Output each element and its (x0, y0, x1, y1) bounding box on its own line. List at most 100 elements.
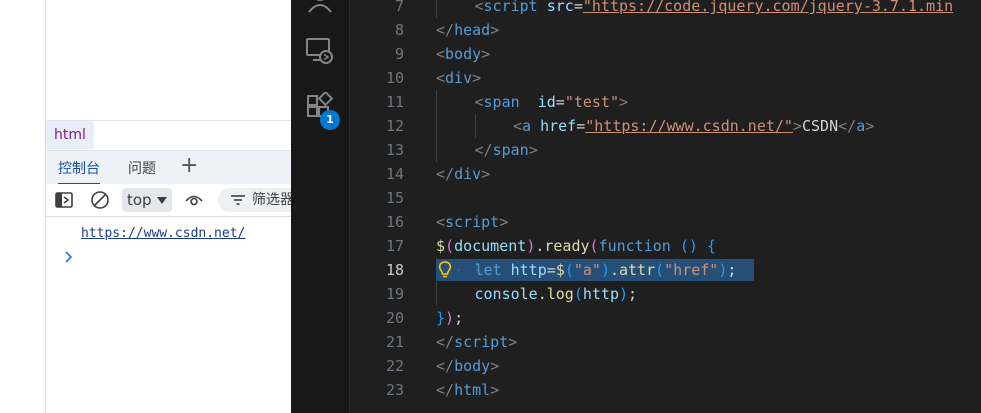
accounts-icon[interactable] (305, 0, 335, 16)
activity-bar: 1 (291, 0, 350, 413)
code-token: = (576, 117, 586, 135)
code-line[interactable]: <script src="https://code.jquery.com/jqu… (475, 0, 954, 18)
tab-console[interactable]: 控制台 (58, 151, 100, 185)
code-token: . (537, 285, 547, 303)
clear-console-icon[interactable] (90, 190, 110, 210)
code-line[interactable]: </html> (436, 378, 499, 402)
console-toolbar: top 筛选器 (46, 184, 291, 217)
code-line[interactable]: <div> (436, 66, 481, 90)
line-number[interactable]: 13 (350, 138, 404, 162)
code-token: { (706, 237, 716, 255)
caret-down-icon (156, 197, 167, 204)
code-token: </ (838, 117, 857, 135)
code-token: > (792, 117, 802, 135)
code-line[interactable]: <span id="test"> (475, 90, 629, 114)
line-number[interactable]: 12 (350, 114, 404, 138)
code-line[interactable]: }); (436, 306, 463, 330)
code-token: = (573, 0, 583, 15)
line-number[interactable]: 21 (350, 330, 404, 354)
tab-console-label: 控制台 (58, 161, 100, 177)
code-token: function (598, 237, 671, 255)
console-filter-input[interactable]: 筛选器 (218, 188, 291, 212)
code-token: console (474, 285, 538, 303)
console-prompt-chevron-icon[interactable] (64, 250, 74, 264)
page-viewport (0, 0, 46, 413)
code-token: > (619, 93, 629, 111)
add-tab-button[interactable]: + (180, 151, 198, 185)
code-token: span (492, 141, 529, 159)
code-token: ) (600, 261, 610, 279)
code-token: () (679, 237, 698, 255)
code-token: > (499, 213, 509, 231)
code-token: document (454, 237, 527, 255)
indent-guide (436, 282, 437, 306)
filter-label: 筛选器 (252, 192, 291, 208)
tab-issues-label: 问题 (128, 161, 156, 177)
lightbulb-icon[interactable] (438, 261, 452, 279)
code-line[interactable]: </div> (436, 162, 490, 186)
code-token: . (609, 261, 619, 279)
code-token: "https://www.csdn.net/" (585, 117, 793, 135)
code-token: </ (474, 141, 493, 159)
show-sidebar-icon[interactable] (54, 190, 74, 210)
code-token: ( (573, 285, 583, 303)
code-token: ( (564, 261, 574, 279)
indent-guide (436, 138, 437, 162)
line-number[interactable]: 8 (350, 18, 404, 42)
code-token: < (474, 0, 484, 15)
indent-guide (436, 90, 437, 114)
line-number[interactable]: 7 (350, 0, 404, 18)
code-token: log (546, 285, 574, 303)
devtools-pane: html 控制台 问题 + top 筛选器 https://www.csdn.n… (0, 0, 291, 413)
line-number[interactable]: 11 (350, 90, 404, 114)
code-token: < (513, 117, 523, 135)
code-line[interactable]: </span> (475, 138, 538, 162)
line-number[interactable]: 14 (350, 162, 404, 186)
line-number[interactable]: 10 (350, 66, 404, 90)
code-editor[interactable]: 7 <script src="https://code.jquery.com/jq… (350, 0, 981, 413)
code-token: ( (445, 237, 455, 255)
code-line[interactable]: $(document).ready(function () { (436, 234, 716, 258)
line-number[interactable]: 15 (350, 186, 404, 210)
code-token: span (483, 93, 520, 111)
code-token: ) (526, 237, 536, 255)
code-token: div (445, 69, 473, 87)
code-line[interactable]: <script> (436, 210, 508, 234)
code-token: } (436, 309, 446, 327)
code-token: = (555, 93, 565, 111)
code-token: < (474, 93, 484, 111)
line-number[interactable]: 18 (350, 258, 404, 282)
code-line[interactable]: let http=$("a").attr("href"); (475, 258, 737, 282)
line-number[interactable]: 23 (350, 378, 404, 402)
code-token: http (510, 261, 547, 279)
code-token: script (454, 333, 509, 351)
line-number[interactable]: 16 (350, 210, 404, 234)
code-token: ) (445, 309, 455, 327)
console-log-message[interactable]: https://www.csdn.net/ (81, 226, 245, 241)
code-line[interactable]: <a href="https://www.csdn.net/">CSDN</a> (513, 114, 874, 138)
tab-issues[interactable]: 问题 (128, 151, 156, 185)
code-line[interactable]: </head> (436, 18, 499, 42)
code-line[interactable]: </body> (436, 354, 499, 378)
line-number[interactable]: 9 (350, 42, 404, 66)
code-token: </ (436, 21, 455, 39)
line-number[interactable]: 17 (350, 234, 404, 258)
code-line[interactable]: console.log(http); (475, 282, 638, 306)
code-token: a (522, 117, 532, 135)
vscode-window: 1 7 <script src="https://code.jquery.com/… (291, 0, 981, 413)
line-number[interactable]: 22 (350, 354, 404, 378)
extensions-update-badge: 1 (320, 110, 340, 130)
remote-explorer-icon[interactable] (305, 36, 335, 66)
code-token: a (856, 117, 866, 135)
line-number[interactable]: 19 (350, 282, 404, 306)
live-expression-eye-icon[interactable] (184, 190, 204, 210)
code-line[interactable]: </script> (436, 330, 517, 354)
context-selector[interactable]: top (122, 188, 172, 212)
code-line[interactable]: <body> (436, 42, 490, 66)
code-token: > (481, 45, 491, 63)
code-token: head (454, 21, 491, 39)
line-number[interactable]: 20 (350, 306, 404, 330)
code-token: ( (589, 237, 599, 255)
breadcrumb-html-tag[interactable]: html (46, 121, 94, 149)
